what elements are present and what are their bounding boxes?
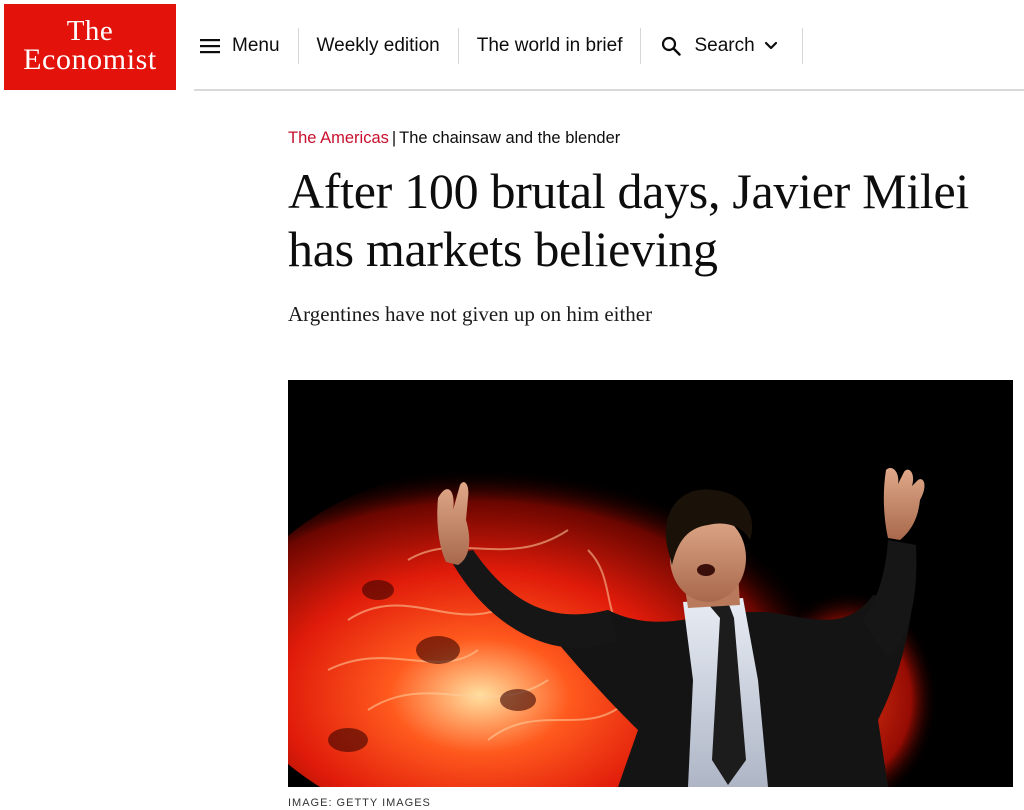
lead-image [288,380,1013,787]
logo-line-2: Economist [23,43,157,76]
search-button[interactable]: Search [641,26,801,66]
logo-line-1: The [66,15,114,47]
search-label: Search [694,35,755,56]
menu-label: Menu [232,35,280,56]
article-kicker: The Americas | The chainsaw and the blende… [288,126,620,150]
article-standfirst: Argentines have not given up on him eith… [288,302,653,326]
chevron-down-icon [755,41,778,51]
section-link[interactable]: The Americas [288,129,389,147]
weekly-edition-label: Weekly edition [316,35,440,56]
article-headline: After 100 brutal days, Javier Milei has … [288,163,969,277]
nav-divider [801,28,803,64]
hamburger-icon [200,38,232,54]
image-caption: IMAGE: GETTY IMAGES [288,797,431,809]
flytitle: The chainsaw and the blender [399,129,621,147]
menu-button[interactable]: Menu [194,26,298,66]
weekly-edition-link[interactable]: Weekly edition [299,26,458,66]
magnifier-icon [661,36,694,56]
world-in-brief-label: The world in brief [476,35,623,56]
header-divider [194,89,1024,91]
world-in-brief-link[interactable]: The world in brief [459,26,641,66]
kicker-separator: | [391,129,397,147]
lead-image-graphic [288,380,1013,787]
economist-logo[interactable]: The Economist [4,4,176,90]
main-nav: Menu Weekly edition The world in brief S… [194,26,803,66]
site-header: The Economist Menu Weekly edition The wo… [0,0,1024,92]
